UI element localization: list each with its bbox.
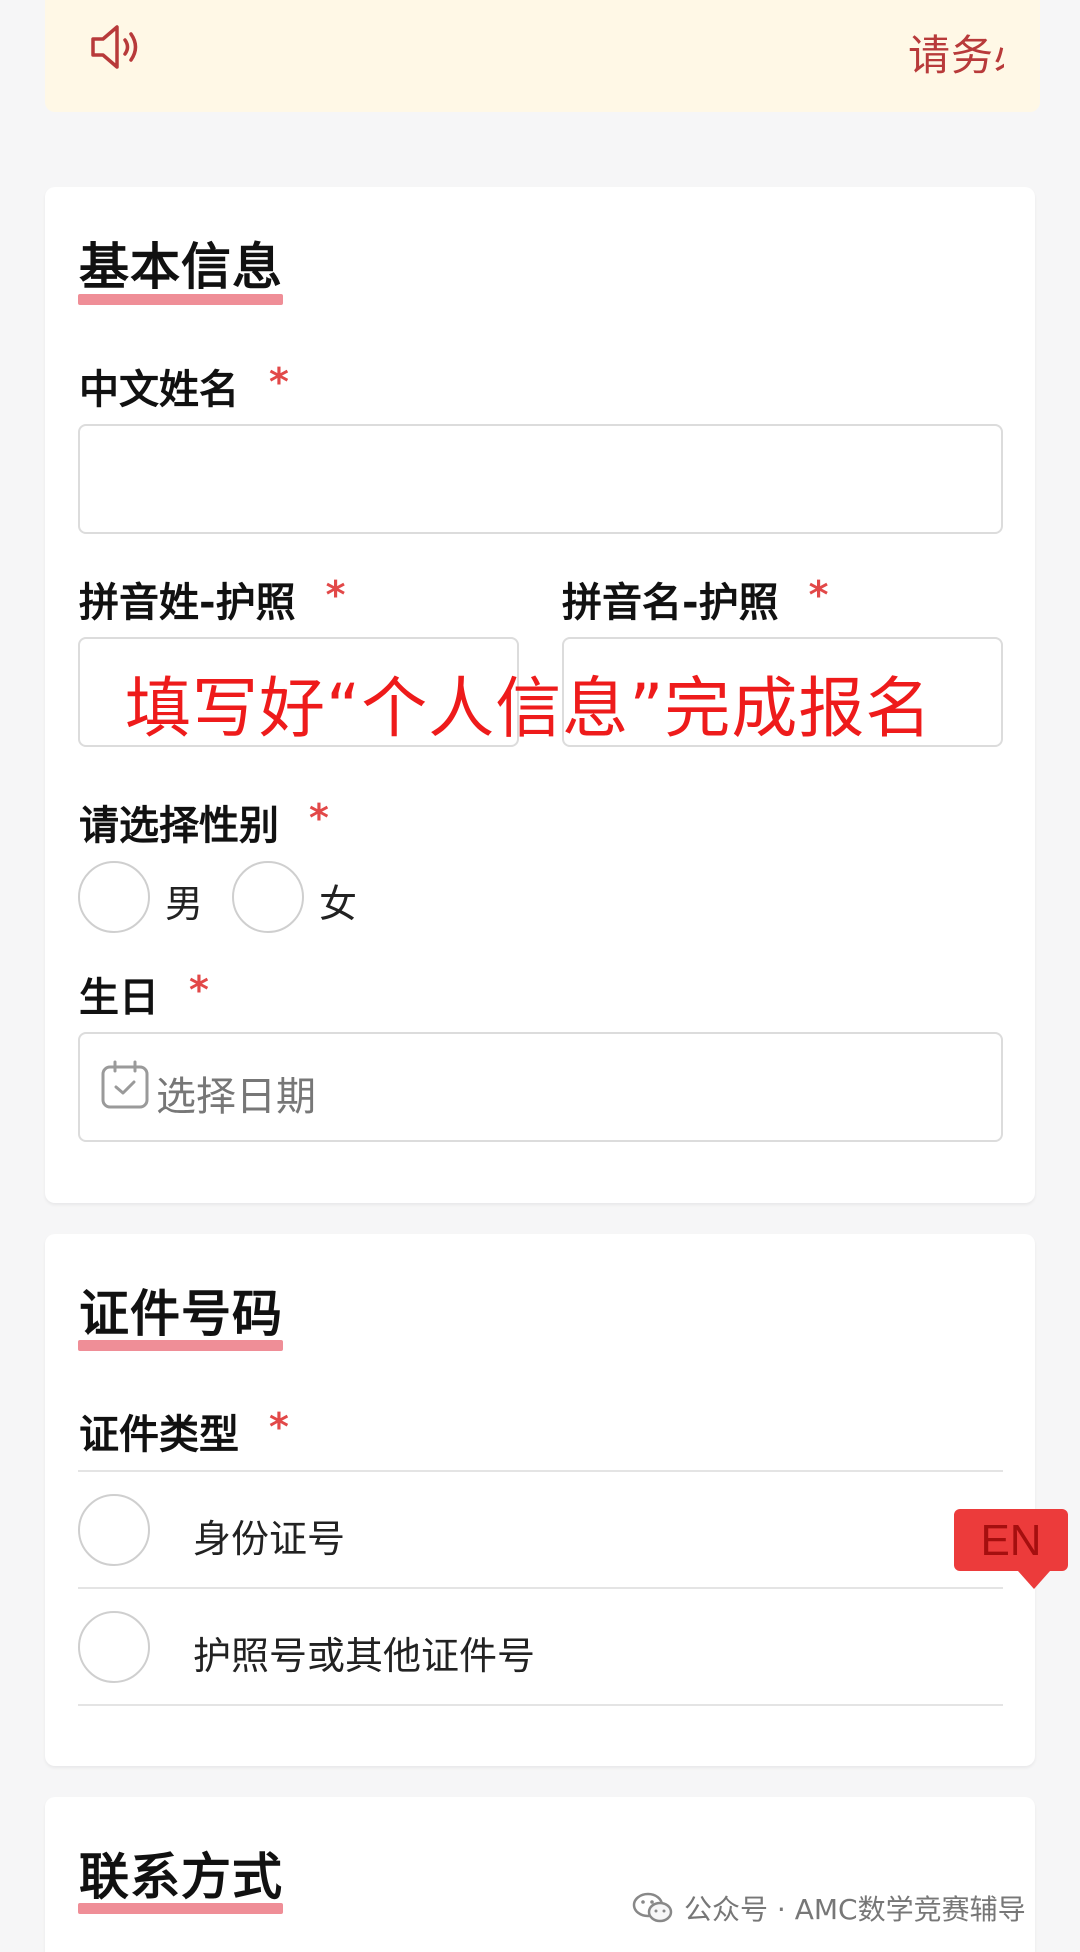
section-underline	[78, 294, 283, 305]
birthday-date-picker[interactable]: 选择日期	[78, 1032, 1003, 1142]
id-type-label-text: 证件类型	[79, 1412, 239, 1458]
chinese-name-label-text: 中文姓名	[79, 367, 239, 413]
required-mark: *	[269, 360, 289, 404]
wechat-icon	[632, 1892, 673, 1923]
id-type-radio-passport[interactable]	[78, 1611, 150, 1683]
pinyin-given-label-text: 拼音名-护照	[562, 580, 779, 626]
section-title-id: 证件号码	[79, 1285, 283, 1343]
id-type-radio-idcard[interactable]	[78, 1494, 150, 1566]
page: 请务必 基本信息 中文姓名* 拼音姓-护照* 拼音名-护照* 请选择性别* 男 …	[0, 0, 1080, 1952]
pinyin-surname-label: 拼音姓-护照 *	[79, 570, 345, 628]
gender-radio-female[interactable]	[232, 861, 304, 933]
watermark: 公众号 · AMC数学竞赛辅导	[632, 1888, 1026, 1928]
gender-label: 请选择性别 *	[79, 793, 329, 851]
id-type-label: 证件类型 *	[79, 1402, 289, 1460]
section-title-contact: 联系方式	[79, 1848, 283, 1906]
language-switch-button[interactable]: EN	[954, 1509, 1068, 1589]
section-underline	[78, 1903, 283, 1914]
pinyin-given-label: 拼音名-护照 *	[562, 570, 828, 628]
watermark-text: 公众号 · AMC数学竞赛辅导	[684, 1893, 1026, 1926]
section-underline	[78, 1340, 283, 1351]
birthday-placeholder: 选择日期	[156, 1074, 316, 1120]
required-mark: *	[189, 968, 209, 1012]
gender-radio-male[interactable]	[78, 861, 150, 933]
calendar-icon	[101, 1060, 149, 1109]
notice-text: 请务必	[908, 31, 1004, 80]
chinese-name-label: 中文姓名 *	[79, 357, 289, 415]
chinese-name-input[interactable]	[78, 424, 1003, 534]
gender-label-text: 请选择性别	[79, 803, 279, 849]
id-card: 证件号码 证件类型 * 身份证号 护照号或其他证件号	[45, 1234, 1035, 1766]
overlay-instruction-text: 填写好“个人信息”完成报名	[125, 670, 933, 747]
id-type-option-passport: 护照号或其他证件号	[193, 1634, 536, 1678]
required-mark: *	[309, 796, 329, 840]
birthday-label: 生日 *	[79, 965, 209, 1023]
section-title-basic-info: 基本信息	[79, 238, 283, 296]
required-mark: *	[269, 1405, 289, 1449]
notice-bar: 请务必	[45, 0, 1040, 112]
divider	[78, 1704, 1003, 1706]
speaker-icon	[91, 25, 138, 69]
required-mark: *	[325, 573, 346, 617]
contact-card: 联系方式	[45, 1797, 1035, 1952]
birthday-label-text: 生日	[79, 975, 159, 1021]
gender-option-male: 男	[165, 882, 204, 926]
divider	[78, 1587, 1003, 1589]
required-mark: *	[808, 573, 829, 617]
pinyin-surname-label-text: 拼音姓-护照	[79, 580, 296, 626]
gender-option-female: 女	[319, 882, 358, 926]
divider	[78, 1470, 1003, 1472]
id-type-option-idcard: 身份证号	[193, 1517, 346, 1561]
